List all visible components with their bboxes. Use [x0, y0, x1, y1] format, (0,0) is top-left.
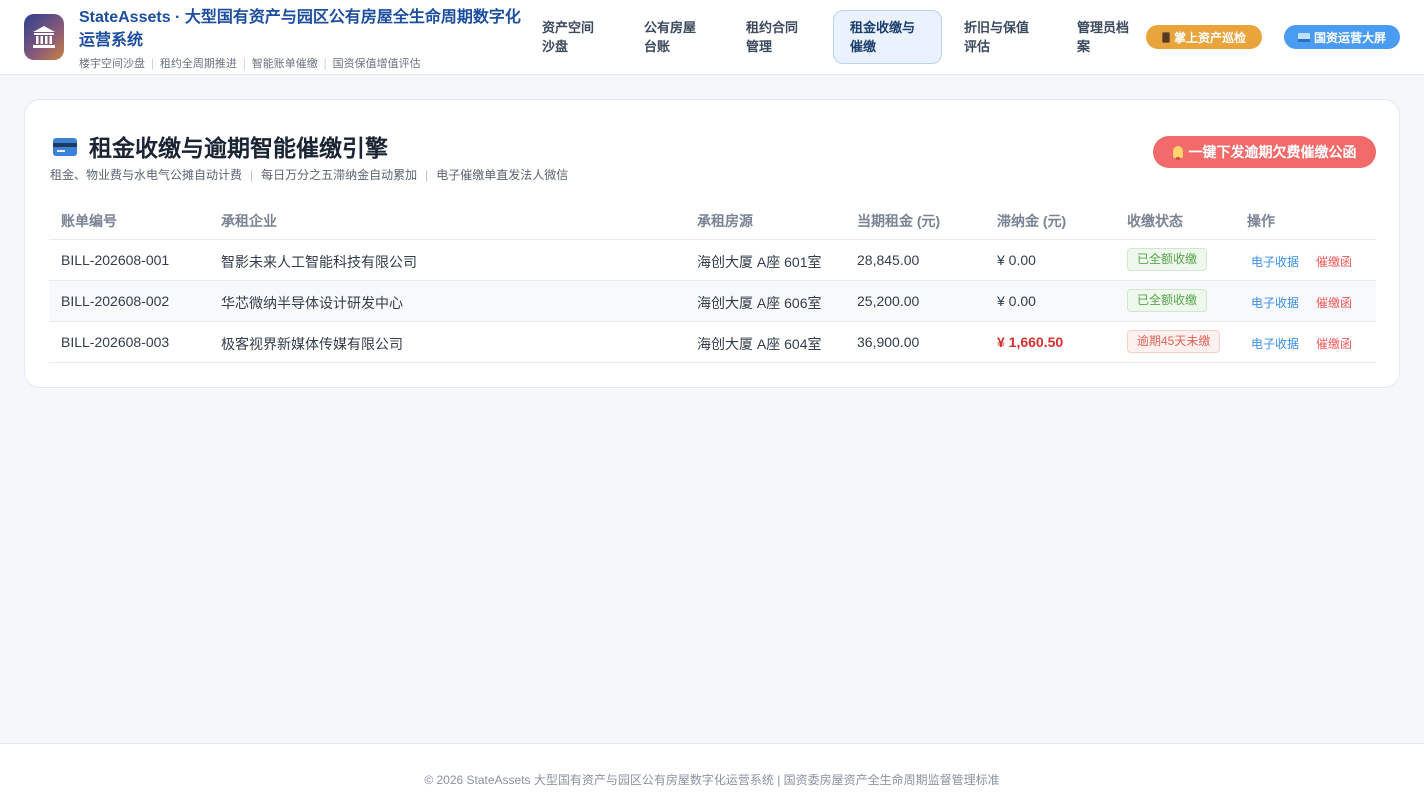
urge-notice-link[interactable]: 催缴函 — [1316, 335, 1352, 352]
e-receipt-link[interactable]: 电子收据 — [1251, 335, 1299, 352]
bank-building-icon-svg — [33, 26, 55, 48]
big-screen-label: 国资运营大屏 — [1313, 30, 1386, 45]
col-header-tenant[interactable]: 承租企业 — [221, 211, 277, 231]
mobile-phone-icon — [1161, 31, 1170, 43]
card-subtitle: 租金、物业费与水电气公摊自动计费 | 每日万分之五滞纳金自动累加 | 电子催缴单直发法人… — [50, 168, 569, 182]
nav-label-line: 管理员档 — [1077, 20, 1130, 35]
bank-building-icon[interactable] — [24, 14, 64, 60]
bill-table: 账单编号 承租企业 承租房源 当期租金 (元) 滞纳金 (元) 收缴状态 操作 … — [49, 199, 1376, 363]
table-row: BILL-202608-003 极客视界新媒体传媒有限公司 海创大厦 A座 60… — [49, 322, 1376, 363]
table-row: BILL-202608-002 华芯微纳半导体设计研发中心 海创大厦 A座 60… — [49, 281, 1376, 322]
urge-notice-link[interactable]: 催缴函 — [1316, 294, 1352, 311]
nav-label-line: 折旧与保值 — [964, 20, 1030, 35]
nav-admin-profile[interactable]: 管理员档案 — [1069, 10, 1137, 64]
nav-label-line: 租金收缴与 — [850, 20, 916, 35]
bill-no-cell: BILL-202608-003 — [61, 334, 170, 350]
brand-tag: 国资保值增值评估 — [332, 58, 421, 70]
card-subtitle-item: 每日万分之五滞纳金自动累加 — [261, 168, 418, 182]
nav-depreciation-evaluation[interactable]: 折旧与保值 评估 — [956, 10, 1037, 64]
nav-public-housing-ledger[interactable]: 公有房屋 台账 — [636, 10, 704, 64]
rent-cell: 36,900.00 — [857, 334, 920, 350]
nav-label-line: 管理 — [746, 39, 773, 54]
nav-label-line: 催缴 — [850, 39, 877, 54]
brand-tags: 楼宇空间沙盘 | 租约全周期推进 | 智能账单催缴 | 国资保值增值评估 — [79, 58, 421, 70]
app-title-tail: 运营系统 — [79, 32, 144, 49]
col-header-bill-no[interactable]: 账单编号 — [61, 211, 117, 231]
tenant-cell: 华芯微纳半导体设计研发中心 — [221, 295, 403, 311]
monitor-icon — [1297, 32, 1310, 42]
batch-urge-notice-button[interactable]: 一键下发逾期欠费催缴公函 — [1153, 136, 1376, 168]
brand-tag: 智能账单催缴 — [251, 58, 318, 70]
brand-tag: 租约全周期推进 — [159, 58, 237, 70]
card-title: 租金收缴与逾期智能催缴引擎 — [89, 135, 388, 161]
big-screen-button[interactable]: 国资运营大屏 — [1284, 25, 1400, 49]
nav-label-line: 台账 — [644, 39, 671, 54]
nav-lease-contracts[interactable]: 租约合同 管理 — [738, 10, 806, 64]
status-badge: 逾期45天未缴 — [1127, 330, 1221, 353]
unit-cell: 海创大厦 A座 601室 — [697, 254, 822, 270]
table-row: BILL-202608-001 智影未来人工智能科技有限公司 海创大厦 A座 6… — [49, 240, 1376, 281]
footer-copyright: © 2026 StateAssets 大型国有资产与园区公有房屋数字化运营系统 … — [424, 773, 1000, 787]
col-header-status[interactable]: 收缴状态 — [1127, 211, 1183, 231]
col-header-actions: 操作 — [1247, 213, 1275, 229]
card-subtitle-item: 电子催缴单直发法人微信 — [436, 168, 569, 182]
top-header: StateAssets · 大型国有资产与园区公有房屋全生命周期数字化 运营系统… — [0, 0, 1424, 75]
e-receipt-link[interactable]: 电子收据 — [1251, 253, 1299, 270]
app-title-main: StateAssets · 大型国有资产与园区公有房屋全生命周期数字化 — [79, 9, 521, 26]
tenant-cell: 智影未来人工智能科技有限公司 — [221, 254, 417, 270]
bell-icon — [1172, 146, 1183, 160]
e-receipt-link[interactable]: 电子收据 — [1251, 294, 1299, 311]
card-subtitle-item: 租金、物业费与水电气公摊自动计费 — [50, 168, 243, 182]
nav-rent-collection[interactable]: 租金收缴与 催缴 — [833, 10, 942, 64]
col-header-late-fee[interactable]: 滞纳金 (元) — [997, 211, 1066, 231]
status-badge: 已全额收缴 — [1127, 289, 1208, 312]
rent-collection-card: 租金收缴与逾期智能催缴引擎 租金、物业费与水电气公摊自动计费 | 每日万分之五滞纳金… — [24, 99, 1400, 388]
app-title: StateAssets · 大型国有资产与园区公有房屋全生命周期数字化 运营系统 — [79, 6, 534, 52]
bill-no-cell: BILL-202608-002 — [61, 293, 170, 309]
mobile-inspection-label: 掌上资产巡检 — [1173, 30, 1246, 45]
table-header-row: 账单编号 承租企业 承租房源 当期租金 (元) 滞纳金 (元) 收缴状态 操作 — [49, 199, 1376, 240]
status-badge: 已全额收缴 — [1127, 248, 1208, 271]
nav-label-line: 沙盘 — [542, 39, 569, 54]
urge-notice-link[interactable]: 催缴函 — [1316, 253, 1352, 270]
unit-cell: 海创大厦 A座 604室 — [697, 336, 822, 352]
nav-label-line: 案 — [1077, 39, 1091, 54]
late-fee-cell: ¥ 0.00 — [997, 293, 1036, 309]
rent-cell: 28,845.00 — [857, 252, 920, 268]
page-footer: © 2026 StateAssets 大型国有资产与园区公有房屋数字化运营系统 … — [0, 743, 1424, 809]
col-header-unit[interactable]: 承租房源 — [697, 211, 753, 231]
mobile-inspection-button[interactable]: 掌上资产巡检 — [1146, 25, 1262, 49]
unit-cell: 海创大厦 A座 606室 — [697, 295, 822, 311]
tenant-cell: 极客视界新媒体传媒有限公司 — [221, 336, 403, 352]
bill-no-cell: BILL-202608-001 — [61, 252, 170, 268]
rent-cell: 25,200.00 — [857, 293, 920, 309]
col-header-rent[interactable]: 当期租金 (元) — [857, 211, 940, 231]
batch-urge-notice-label: 一键下发逾期欠费催缴公函 — [1188, 144, 1357, 160]
nav-label-line: 公有房屋 — [644, 20, 697, 35]
credit-card-icon — [53, 138, 77, 156]
nav-label-line: 资产空间 — [542, 20, 595, 35]
late-fee-cell: ¥ 0.00 — [997, 252, 1036, 268]
nav-label-line: 评估 — [964, 39, 991, 54]
nav-asset-sandbox[interactable]: 资产空间 沙盘 — [534, 10, 602, 64]
nav-label-line: 租约合同 — [746, 20, 799, 35]
brand-tag: 楼宇空间沙盘 — [79, 58, 145, 70]
late-fee-cell: ¥ 1,660.50 — [997, 334, 1064, 350]
